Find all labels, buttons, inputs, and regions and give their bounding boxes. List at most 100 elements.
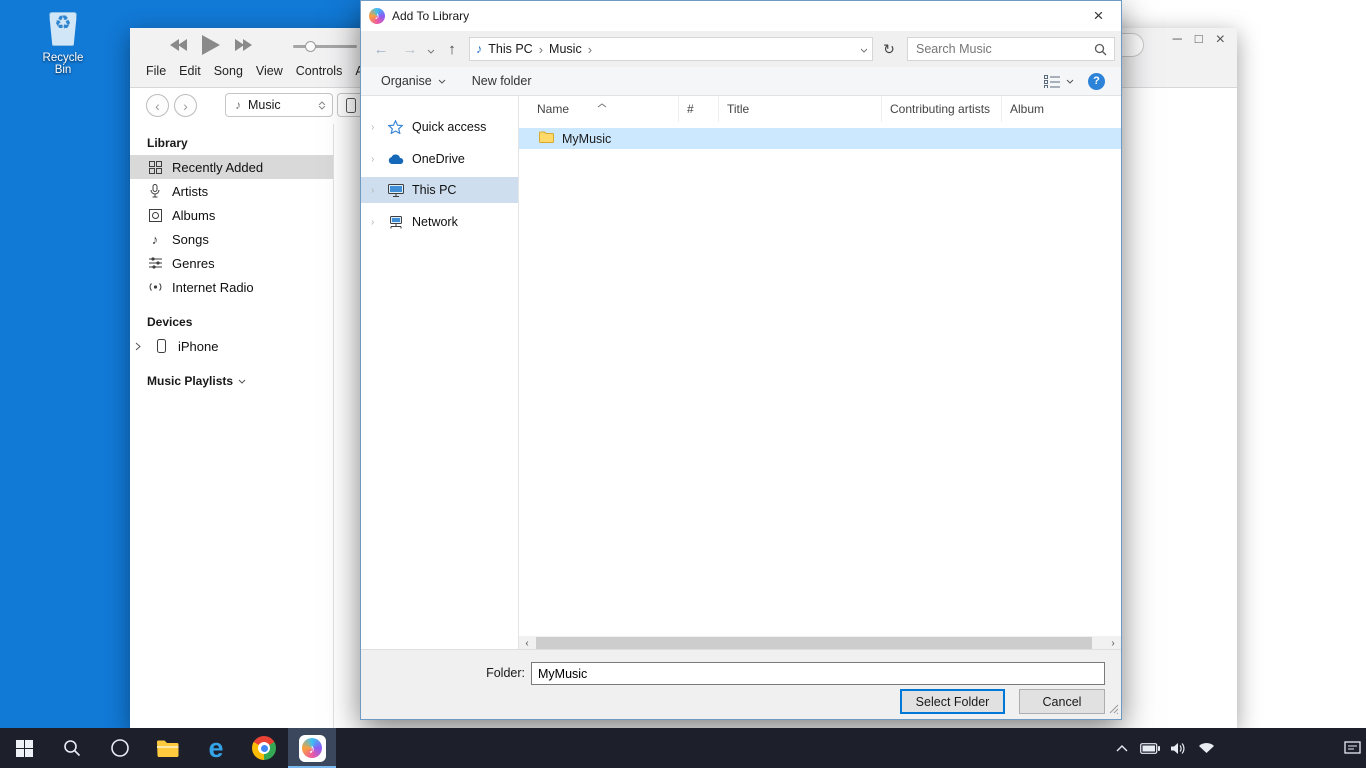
iphone-icon — [346, 98, 356, 113]
menu-song[interactable]: Song — [214, 64, 243, 78]
help-icon[interactable]: ? — [1088, 73, 1105, 90]
start-button[interactable] — [0, 728, 48, 768]
dialog-navigation-bar: ← → ↑ ♪ This PC › Music › ↻ — [361, 31, 1121, 67]
dialog-body: › Quick access › OneDrive › This PC › Ne… — [361, 96, 1121, 651]
search-box[interactable] — [907, 37, 1115, 61]
minimize-icon[interactable]: ─ — [1173, 31, 1182, 49]
sidebar-item-recently-added[interactable]: Recently Added — [130, 155, 333, 179]
sidebar-item-artists[interactable]: Artists — [130, 179, 333, 203]
volume-slider[interactable] — [293, 45, 357, 48]
search-icon[interactable] — [1094, 43, 1107, 56]
sidebar-item-label: Internet Radio — [172, 280, 254, 295]
music-playlists-heading[interactable]: Music Playlists — [147, 374, 333, 388]
edge-button[interactable]: e — [192, 728, 240, 768]
taskbar-search-button[interactable] — [48, 728, 96, 768]
folder-icon — [539, 131, 554, 146]
address-dropdown-icon[interactable] — [860, 42, 868, 56]
action-center-button[interactable] — [1338, 728, 1366, 768]
select-folder-button[interactable]: Select Folder — [900, 689, 1005, 714]
column-header-title[interactable]: Title — [719, 96, 882, 122]
media-picker-value: Music — [248, 98, 281, 112]
sidebar-item-iphone[interactable]: iPhone — [130, 334, 333, 358]
sidebar-item-albums[interactable]: Albums — [130, 203, 333, 227]
dialog-title: Add To Library — [392, 9, 469, 23]
radio-icon — [147, 281, 163, 293]
resize-grip[interactable] — [1109, 702, 1119, 717]
dialog-close-icon[interactable]: × — [1076, 1, 1121, 31]
start-icon — [16, 740, 33, 757]
nav-pane-onedrive[interactable]: › OneDrive — [361, 146, 518, 172]
folder-name-input[interactable] — [531, 662, 1105, 685]
volume-knob[interactable] — [305, 41, 316, 52]
itunes-forward-button[interactable]: › — [174, 94, 197, 117]
scroll-right-icon[interactable]: › — [1105, 638, 1121, 649]
rewind-button[interactable] — [170, 39, 187, 51]
expander-chevron-icon[interactable]: › — [371, 122, 379, 133]
tray-expand-button[interactable] — [1108, 728, 1136, 768]
column-headers: Name # Title Contributing artists Album — [519, 96, 1121, 122]
organise-button[interactable]: Organise — [381, 74, 446, 88]
breadcrumb[interactable]: ♪ This PC › Music › — [469, 37, 873, 61]
refresh-icon[interactable]: ↻ — [878, 37, 900, 61]
view-mode-button[interactable] — [1044, 75, 1074, 88]
dialog-footer: Folder: Select Folder Cancel — [361, 649, 1121, 719]
action-center-icon — [1344, 741, 1361, 756]
chevron-right-icon[interactable]: › — [539, 42, 543, 57]
nav-pane-this-pc[interactable]: › This PC — [361, 177, 518, 203]
dialog-titlebar[interactable]: ♪ Add To Library — [361, 1, 1121, 31]
sidebar-item-genres[interactable]: Genres — [130, 251, 333, 275]
expander-chevron-icon[interactable]: › — [371, 185, 379, 196]
scroll-left-icon[interactable]: ‹ — [519, 638, 535, 649]
column-header-number[interactable]: # — [679, 96, 719, 122]
up-arrow-icon[interactable]: ↑ — [440, 37, 464, 61]
cortana-button[interactable] — [96, 728, 144, 768]
media-picker-dropdown[interactable]: ♪ Music — [225, 93, 333, 117]
nav-pane-quick-access[interactable]: › Quick access — [361, 114, 518, 140]
recycle-bin-shortcut[interactable]: ♻ Recycle Bin — [34, 8, 92, 76]
battery-indicator[interactable] — [1136, 728, 1164, 768]
new-folder-button[interactable]: New folder — [472, 74, 532, 88]
itunes-search-field-edge[interactable] — [1120, 33, 1144, 57]
sidebar-item-songs[interactable]: ♪ Songs — [130, 227, 333, 251]
cancel-button[interactable]: Cancel — [1019, 689, 1105, 714]
expander-chevron-icon[interactable]: › — [371, 217, 379, 228]
chrome-button[interactable] — [240, 728, 288, 768]
forward-arrow-icon[interactable]: → — [398, 37, 422, 61]
itunes-taskbar-button[interactable]: ♪ — [288, 728, 336, 768]
volume-indicator[interactable] — [1164, 728, 1192, 768]
close-icon[interactable]: × — [1216, 31, 1225, 49]
file-row-mymusic[interactable]: MyMusic — [519, 128, 1121, 149]
back-arrow-icon[interactable]: ← — [369, 37, 393, 61]
menu-view[interactable]: View — [256, 64, 283, 78]
menu-edit[interactable]: Edit — [179, 64, 201, 78]
nav-pane-label: Quick access — [412, 120, 486, 134]
column-header-name[interactable]: Name — [519, 96, 679, 122]
column-header-contributing-artists[interactable]: Contributing artists — [882, 96, 1002, 122]
grid-icon — [147, 161, 163, 174]
menu-file[interactable]: File — [146, 64, 166, 78]
expander-chevron-icon[interactable]: › — [371, 154, 379, 165]
itunes-back-button[interactable]: ‹ — [146, 94, 169, 117]
search-input[interactable] — [908, 42, 1094, 56]
chevron-right-icon[interactable]: › — [588, 42, 592, 57]
nav-pane-label: Network — [412, 215, 458, 229]
sidebar-item-label: Recently Added — [172, 160, 263, 175]
play-button[interactable] — [202, 35, 220, 55]
file-explorer-button[interactable] — [144, 728, 192, 768]
expander-chevron-icon[interactable] — [135, 339, 144, 354]
column-header-album[interactable]: Album — [1002, 96, 1121, 122]
maximize-icon[interactable]: □ — [1195, 31, 1203, 49]
fast-forward-button[interactable] — [235, 39, 252, 51]
recycle-bin-label: Recycle Bin — [34, 52, 92, 76]
sidebar-item-internet-radio[interactable]: Internet Radio — [130, 275, 333, 299]
history-chevron-icon[interactable] — [427, 42, 435, 57]
breadcrumb-item-this-pc[interactable]: This PC — [488, 42, 532, 56]
nav-pane-network[interactable]: › Network — [361, 209, 518, 235]
music-note-icon: ♪ — [147, 232, 163, 247]
menu-controls[interactable]: Controls — [296, 64, 343, 78]
itunes-dialog-icon: ♪ — [369, 8, 385, 24]
network-indicator[interactable] — [1192, 728, 1220, 768]
cloud-icon — [387, 154, 404, 165]
breadcrumb-item-music[interactable]: Music — [549, 42, 582, 56]
chevron-up-down-icon — [318, 101, 326, 110]
